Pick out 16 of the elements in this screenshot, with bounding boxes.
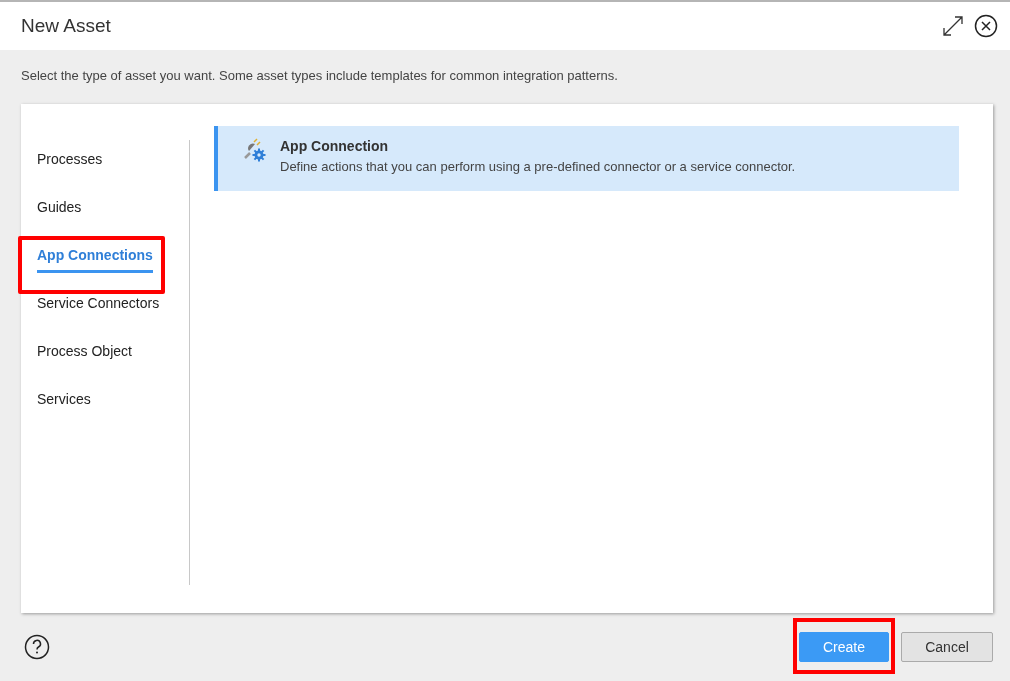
sidebar-item[interactable]: Processes [37, 150, 103, 177]
sidebar-item[interactable]: Service Connectors [37, 294, 160, 321]
sidebar-item[interactable]: Process Object [37, 342, 132, 369]
help-icon[interactable] [24, 634, 50, 660]
asset-description: Define actions that you can perform using a pre-defined connector or a service connector. [280, 159, 796, 174]
cancel-button[interactable]: Cancel [901, 632, 993, 662]
dialog-title: New Asset [21, 15, 112, 37]
instruction-text: Select the type of asset you want. Some asset types include templates for common integration patterns. [20, 67, 619, 85]
plug-gear-icon [242, 138, 266, 162]
expand-icon[interactable] [942, 15, 964, 37]
sidebar-item[interactable]: App Connections [37, 246, 153, 273]
asset-card[interactable]: App Connection Define actions that you can perform using a pre-defined connector or a service connector. [214, 126, 959, 191]
asset-title: App Connection [280, 138, 390, 154]
close-icon[interactable] [974, 14, 998, 38]
sidebar-item[interactable]: Guides [37, 198, 82, 225]
sidebar-item[interactable]: Services [37, 390, 91, 417]
